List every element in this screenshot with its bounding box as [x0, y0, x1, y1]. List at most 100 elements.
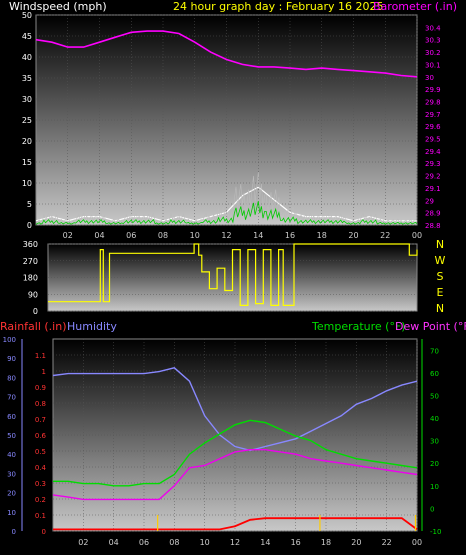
compass-label: N [436, 302, 444, 315]
temperature-tick-label: 60 [430, 370, 439, 378]
left-axis-tick-label: 15 [22, 158, 32, 167]
x-tick-label: 08 [158, 231, 168, 240]
x-tick-label: 20 [351, 538, 361, 547]
left-axis-tick-label: 20 [22, 137, 32, 146]
humidity-tick-label: 40 [7, 451, 16, 459]
left-axis-tick-label: 50 [22, 11, 32, 20]
x-tick-label: 02 [78, 538, 88, 547]
left-axis-tick-label: 25 [22, 116, 32, 125]
temperature-tick-label: 70 [430, 347, 439, 355]
temperature-tick-label: 30 [430, 438, 439, 446]
humidity-tick-label: 50 [7, 432, 16, 440]
compass-label: S [437, 270, 444, 283]
rainfall-tick-label: 0.9 [35, 384, 46, 392]
rainfall-tick-label: 0.2 [35, 496, 46, 504]
right-axis-tick-label: 30.4 [425, 24, 441, 32]
humidity-tick-label: 0 [12, 528, 16, 536]
x-tick-label: 00 [412, 538, 422, 547]
humidity-tick-label: 100 [3, 336, 16, 344]
x-tick-label: 18 [321, 538, 331, 547]
compass-label: N [436, 238, 444, 251]
x-tick-label: 00 [412, 231, 422, 240]
right-axis-tick-label: 29.8 [425, 98, 441, 106]
right-axis-tick-label: 29.1 [425, 185, 441, 193]
compass-label: W [435, 254, 446, 267]
right-axis-tick-label: 28.8 [425, 222, 441, 230]
temperature-tick-label: 0 [430, 505, 434, 513]
right-axis-tick-label: 29 [425, 197, 434, 205]
direction-tick-label: 0 [33, 307, 38, 316]
direction-tick-label: 360 [23, 240, 38, 249]
x-tick-label: 14 [260, 538, 270, 547]
rainfall-tick-label: 0.7 [35, 416, 46, 424]
right-axis-tick-label: 29.7 [425, 111, 441, 119]
humidity-tick-label: 90 [7, 355, 16, 363]
direction-tick-label: 180 [23, 274, 38, 283]
barometer-axis-title: Barometer (.in) [373, 0, 457, 13]
x-tick-label: 02 [63, 231, 73, 240]
rainfall-tick-label: 0.8 [35, 400, 46, 408]
x-tick-label: 16 [291, 538, 301, 547]
x-tick-label: 08 [169, 538, 179, 547]
rainfall-tick-label: 0.5 [35, 448, 46, 456]
compass-label: E [437, 286, 444, 299]
x-tick-label: 06 [126, 231, 136, 240]
humidity-tick-label: 30 [7, 470, 16, 478]
x-tick-label: 04 [109, 538, 119, 547]
x-tick-label: 22 [380, 231, 390, 240]
x-tick-label: 14 [253, 231, 263, 240]
left-axis-tick-label: 10 [22, 179, 32, 188]
left-axis-tick-label: 35 [22, 74, 32, 83]
direction-tick-label: 270 [23, 257, 38, 266]
chart-title: 24 hour graph day : February 16 2025 [173, 0, 384, 13]
x-tick-label: 04 [94, 231, 104, 240]
humidity-tick-label: 60 [7, 413, 16, 421]
left-axis-tick-label: 30 [22, 95, 32, 104]
rainfall-tick-label: 0.4 [35, 464, 47, 472]
left-axis-tick-label: 0 [27, 221, 32, 230]
x-tick-label: 16 [285, 231, 295, 240]
temperature-axis-title: Temperature (°F) [311, 320, 406, 333]
dewpoint-axis-title: Dew Point (°F) [395, 320, 466, 333]
right-axis-tick-label: 30.1 [425, 61, 441, 69]
temperature-tick-label: 40 [430, 415, 439, 423]
right-axis-tick-label: 29.9 [425, 86, 441, 94]
right-axis-tick-label: 29.4 [425, 148, 441, 156]
humidity-axis-title: Humidity [67, 320, 117, 333]
temperature-tick-label: -10 [430, 528, 441, 536]
temperature-tick-label: 10 [430, 483, 439, 491]
weather-graph: Windspeed (mph) 24 hour graph day : Febr… [0, 0, 466, 547]
rainfall-tick-label: 0.1 [35, 512, 46, 520]
left-axis-tick-label: 45 [22, 32, 32, 41]
rainfall-tick-label: 1.1 [35, 352, 46, 360]
direction-tick-label: 90 [28, 290, 38, 299]
humidity-tick-label: 80 [7, 374, 16, 382]
x-tick-label: 10 [200, 538, 210, 547]
rainfall-tick-label: 0 [42, 528, 46, 536]
x-tick-label: 10 [190, 231, 200, 240]
temperature-tick-label: 20 [430, 460, 439, 468]
x-tick-label: 06 [139, 538, 149, 547]
x-tick-label: 12 [230, 538, 240, 547]
right-axis-tick-label: 29.6 [425, 123, 441, 131]
x-tick-label: 18 [317, 231, 327, 240]
x-tick-label: 20 [348, 231, 358, 240]
left-axis-tick-label: 5 [27, 200, 32, 209]
rainfall-tick-label: 1 [42, 368, 46, 376]
humidity-tick-label: 10 [7, 509, 16, 517]
left-axis-tick-label: 40 [22, 53, 32, 62]
right-axis-tick-label: 30.2 [425, 49, 441, 57]
right-axis-tick-label: 29.2 [425, 173, 441, 181]
right-axis-tick-label: 29.3 [425, 160, 441, 168]
rainfall-tick-label: 0.3 [35, 480, 46, 488]
rainfall-axis-title: Rainfall (.in) [0, 320, 67, 333]
right-axis-tick-label: 29.5 [425, 136, 441, 144]
x-tick-label: 22 [382, 538, 392, 547]
right-axis-tick-label: 30 [425, 74, 434, 82]
right-axis-tick-label: 30.3 [425, 37, 441, 45]
temperature-tick-label: 50 [430, 392, 439, 400]
right-axis-tick-label: 28.9 [425, 210, 441, 218]
rainfall-tick-label: 0.6 [35, 432, 47, 440]
humidity-tick-label: 70 [7, 394, 16, 402]
humidity-tick-label: 20 [7, 490, 16, 498]
